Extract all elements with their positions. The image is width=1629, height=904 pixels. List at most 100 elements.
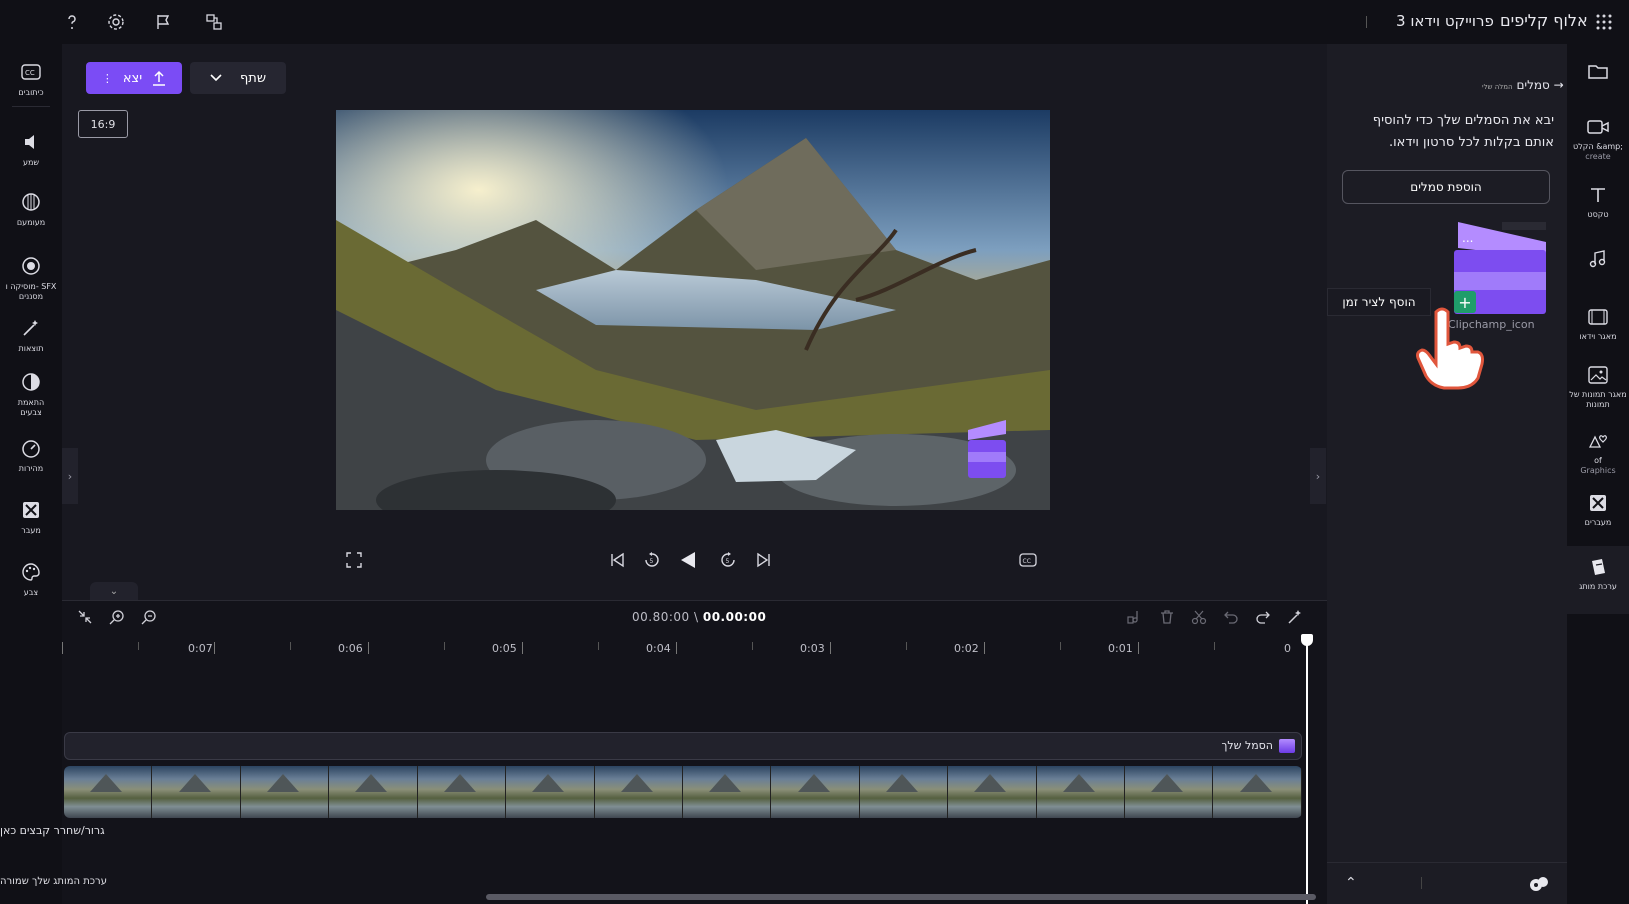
fullscreen-icon[interactable] bbox=[342, 548, 366, 572]
share-label: שתף bbox=[239, 70, 267, 86]
video-track-clip[interactable] bbox=[64, 766, 1302, 818]
video-thumbnail bbox=[506, 766, 595, 818]
skip-forward-icon[interactable] bbox=[752, 548, 776, 572]
rail-label: התאמת bbox=[17, 398, 45, 407]
rail-item-filters[interactable]: מוסיקה ו- SFX מסננים bbox=[0, 252, 62, 302]
gear-icon[interactable] bbox=[104, 10, 128, 34]
rail-item-captions[interactable]: CC כיתובים bbox=[0, 58, 62, 98]
assistant-icon[interactable] bbox=[1529, 875, 1549, 893]
video-thumbnail bbox=[64, 766, 153, 818]
project-title[interactable]: פרוייקט וידאו 3 bbox=[1396, 12, 1494, 30]
rail-item-text[interactable]: טקסט bbox=[1567, 182, 1629, 220]
add-logos-button[interactable]: הוספת סמלים bbox=[1342, 170, 1550, 204]
collapse-timeline-button[interactable]: ⌄ bbox=[90, 582, 138, 600]
rail-label: ערכת מותג bbox=[1579, 582, 1617, 591]
rail-item-speed[interactable]: מהירות bbox=[0, 434, 62, 474]
panel-description: יבא את הסמלים שלך כדי להוסיף אותם בקלות … bbox=[1372, 113, 1554, 150]
logo-track-label: הסמל שלך bbox=[1221, 739, 1274, 752]
speed-icon bbox=[17, 434, 45, 462]
logo-watermark bbox=[968, 420, 1006, 478]
chevron-down-icon bbox=[210, 74, 222, 82]
logo-track-clip[interactable]: הסמל שלך bbox=[64, 732, 1302, 760]
rail-item-fade[interactable]: מעומעם bbox=[0, 188, 62, 228]
rail-item-transition[interactable]: מעבר bbox=[0, 496, 62, 536]
audio-detach-icon[interactable] bbox=[1124, 606, 1146, 628]
delete-icon[interactable] bbox=[1156, 606, 1178, 628]
upload-icon bbox=[153, 70, 166, 86]
video-thumbnail bbox=[152, 766, 241, 818]
zoom-in-icon[interactable] bbox=[106, 606, 128, 628]
fade-icon bbox=[17, 188, 45, 216]
filters-icon bbox=[17, 252, 45, 280]
zoom-out-icon[interactable] bbox=[138, 606, 160, 628]
svg-text:5: 5 bbox=[650, 558, 654, 565]
rail-item-media[interactable] bbox=[1567, 58, 1629, 84]
rail-item-palette[interactable]: צבע bbox=[0, 558, 62, 598]
timecode: 00.80:00 \ 00.00:00 bbox=[632, 610, 766, 624]
play-icon[interactable] bbox=[676, 548, 700, 572]
tick-label: 0:04 bbox=[646, 642, 671, 655]
back-to-brand-kit-link[interactable]: סמלים המלה שלי → bbox=[1482, 78, 1564, 92]
rail-item-stock-video[interactable]: מאגר וידאו bbox=[1567, 304, 1629, 342]
apps-grid-icon[interactable] bbox=[1592, 10, 1616, 34]
brand-kit-saved-text: ערכת המותג שלך שמורה bbox=[0, 876, 107, 887]
collapse-left-panel-button[interactable]: › bbox=[62, 448, 78, 504]
rail-item-transitions[interactable]: מעברים bbox=[1567, 490, 1629, 528]
chevron-up-icon[interactable]: ⌃ bbox=[1345, 875, 1361, 891]
rail-label: מעומעם bbox=[16, 218, 46, 227]
rail-item-audio[interactable]: שמע bbox=[0, 128, 62, 168]
rail-item-effects[interactable]: תוצאות bbox=[0, 314, 62, 354]
captions-toggle-icon[interactable]: CC bbox=[1016, 548, 1040, 572]
total-time: 00.80:00 bbox=[632, 610, 690, 624]
left-rail: CC כיתובים שמע מעומעם מוסיקה ו- SFX מסננ… bbox=[0, 44, 62, 904]
rewind-5-icon[interactable]: 5 bbox=[640, 548, 664, 572]
rail-item-music[interactable] bbox=[1567, 246, 1629, 272]
video-preview[interactable] bbox=[336, 110, 1050, 510]
svg-text:...: ... bbox=[1462, 231, 1473, 245]
pages-icon[interactable] bbox=[202, 10, 226, 34]
rail-item-graphics[interactable]: of Graphics bbox=[1567, 428, 1629, 476]
text-icon bbox=[1585, 182, 1611, 208]
rail-item-stock-images[interactable]: מאגר תמונות של תמונות bbox=[1567, 362, 1629, 410]
export-label: יצא bbox=[122, 70, 143, 86]
magic-icon[interactable] bbox=[1284, 606, 1306, 628]
rail-label-2: צבעים bbox=[20, 408, 42, 417]
video-thumbnail bbox=[240, 766, 330, 818]
skip-back-icon[interactable] bbox=[605, 548, 629, 572]
playhead[interactable] bbox=[1306, 634, 1308, 904]
collapse-right-panel-button[interactable]: › bbox=[1310, 448, 1326, 504]
stock-video-icon bbox=[1585, 304, 1611, 330]
video-thumbnail bbox=[1125, 766, 1214, 818]
time-separator: \ bbox=[689, 610, 703, 624]
help-icon[interactable] bbox=[60, 10, 84, 34]
rail-item-record-create[interactable]: הקלט &amp; create bbox=[1567, 114, 1629, 162]
app-title: אלוף קליפים bbox=[1500, 11, 1588, 30]
rail-item-adjust-colors[interactable]: התאמת צבעים bbox=[0, 368, 62, 418]
current-time: 00.00:00 bbox=[702, 610, 767, 624]
timeline-scrollbar[interactable] bbox=[486, 894, 1316, 900]
playhead-handle[interactable] bbox=[1301, 634, 1313, 646]
tick bbox=[1214, 642, 1215, 650]
flag-icon[interactable] bbox=[152, 10, 176, 34]
undo-icon[interactable] bbox=[1220, 606, 1242, 628]
tick bbox=[290, 642, 291, 650]
tick bbox=[444, 642, 445, 650]
export-button[interactable]: ⋮ יצא bbox=[86, 62, 182, 94]
svg-text:CC: CC bbox=[1023, 558, 1031, 565]
aspect-ratio-button[interactable]: 16:9 bbox=[78, 110, 128, 138]
tick bbox=[984, 642, 985, 654]
tick bbox=[598, 642, 599, 650]
redo-icon[interactable] bbox=[1252, 606, 1274, 628]
share-button[interactable]: שתף bbox=[190, 62, 286, 94]
tick-label: 0:03 bbox=[800, 642, 825, 655]
split-icon[interactable] bbox=[1188, 606, 1210, 628]
video-thumbnail bbox=[771, 766, 860, 818]
tick bbox=[214, 642, 215, 654]
graphics-icon bbox=[1585, 428, 1611, 454]
fit-timeline-icon[interactable] bbox=[74, 606, 96, 628]
stock-images-icon bbox=[1585, 362, 1611, 388]
rail-item-brand-kit[interactable]: ערכת מותג bbox=[1567, 546, 1629, 614]
rail-label: מאגר תמונות של bbox=[1569, 390, 1627, 399]
video-thumbnail bbox=[948, 766, 1037, 818]
forward-5-icon[interactable]: 5 bbox=[716, 548, 740, 572]
